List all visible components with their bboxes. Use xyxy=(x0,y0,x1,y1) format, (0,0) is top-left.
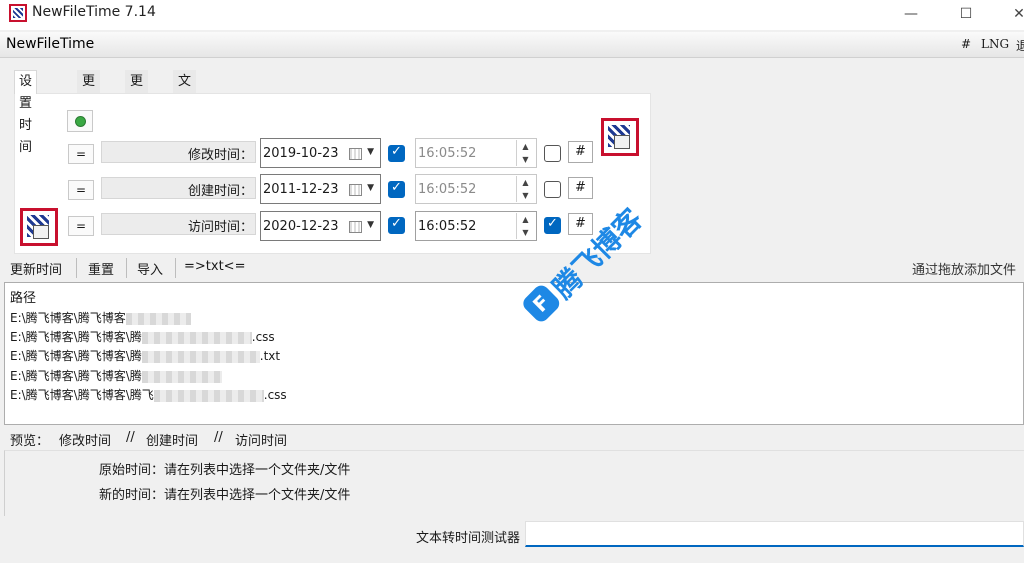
preview-access-tab[interactable]: 访问时间 xyxy=(235,430,287,449)
redacted-text xyxy=(141,350,260,363)
modify-hash-button[interactable]: # xyxy=(568,141,593,163)
create-time-label: 创建时间： xyxy=(187,184,253,199)
list-item[interactable]: E:\腾飞博客\腾飞博客\腾 .css xyxy=(10,328,275,345)
app-header: NewFileTime # LNG 退 xyxy=(0,32,1024,58)
create-date-checkbox[interactable] xyxy=(388,180,405,198)
modify-time-spinner[interactable]: ▲ ▼ xyxy=(516,140,534,166)
access-date-value: 2020-12-23 xyxy=(263,219,339,234)
create-date-value: 2011-12-23 xyxy=(263,182,339,197)
list-item-ext: .txt xyxy=(259,349,281,363)
calendar-icon xyxy=(349,221,362,233)
calendar-icon xyxy=(349,184,362,196)
tab-set-time[interactable]: 设置时间 xyxy=(14,70,38,155)
create-equal-button[interactable]: = xyxy=(68,180,94,200)
text-to-time-tester-label: 文本转时间测试器 xyxy=(416,531,521,546)
redacted-text xyxy=(125,312,191,325)
calendar-icon xyxy=(349,148,362,160)
app-name: NewFileTime xyxy=(6,36,95,52)
access-time-value: 16:05:52 xyxy=(418,219,477,234)
modify-date-picker[interactable]: 2019-10-23 ▼ xyxy=(260,138,381,168)
chevron-down-icon: ▼ xyxy=(367,147,374,157)
modify-equal-button[interactable]: = xyxy=(68,144,94,164)
list-header-path[interactable]: 路径 xyxy=(10,287,36,306)
access-date-checkbox[interactable] xyxy=(388,216,405,234)
refresh-icon xyxy=(75,116,86,127)
close-button[interactable]: ✕ xyxy=(1004,4,1024,24)
modify-date-value: 2019-10-23 xyxy=(263,146,339,161)
list-item-path: E:\腾飞博客\腾飞博客 xyxy=(10,311,126,325)
preview-bar: 预览： 修改时间 // 创建时间 // 访问时间 xyxy=(4,427,1024,449)
preview-separator: // xyxy=(214,430,223,445)
drag-drop-hint: 通过拖放添加文件 xyxy=(912,263,1017,278)
spin-down-icon[interactable]: ▼ xyxy=(517,153,534,166)
modify-time-label: 修改时间： xyxy=(187,148,253,163)
chevron-down-icon: ▼ xyxy=(367,220,374,230)
minimize-button[interactable]: — xyxy=(896,4,926,24)
toolbar-separator xyxy=(76,258,77,278)
spin-up-icon[interactable]: ▲ xyxy=(517,140,534,153)
reset-button[interactable]: 重置 xyxy=(88,259,114,278)
exit-menu[interactable]: 退 xyxy=(1016,37,1024,54)
app-logo-icon[interactable] xyxy=(601,118,639,156)
tab-filename-to-time[interactable]: 文件名转时间 xyxy=(173,70,197,199)
modify-time-input[interactable]: 16:05:52 ▲ ▼ xyxy=(415,138,537,168)
import-button[interactable]: 导入 xyxy=(137,259,163,278)
create-date-picker[interactable]: 2011-12-23 ▼ xyxy=(260,174,381,204)
create-time-value: 16:05:52 xyxy=(418,182,477,197)
create-time-spinner[interactable]: ▲ ▼ xyxy=(516,176,534,202)
create-time-input[interactable]: 16:05:52 ▲ ▼ xyxy=(415,174,537,204)
modify-time-value: 16:05:52 xyxy=(418,146,477,161)
original-time-text: 原始时间：请在列表中选择一个文件夹/文件 xyxy=(99,463,351,478)
text-to-time-tester-input[interactable] xyxy=(525,521,1024,547)
list-item-ext: .css xyxy=(263,388,287,402)
title-bar: NewFileTime 7.14 — ☐ ✕ xyxy=(0,0,1024,30)
redacted-text xyxy=(153,389,264,402)
update-time-button[interactable]: 更新时间 xyxy=(10,259,62,278)
spin-up-icon[interactable]: ▲ xyxy=(517,176,534,189)
chevron-down-icon: ▼ xyxy=(367,183,374,193)
maximize-button[interactable]: ☐ xyxy=(951,4,981,24)
preview-separator: // xyxy=(126,430,135,445)
list-item-ext: .css xyxy=(251,330,275,344)
modify-time-checkbox[interactable] xyxy=(544,145,561,162)
list-item[interactable]: E:\腾飞博客\腾飞博客\腾 .txt xyxy=(10,347,280,364)
tab-later[interactable]: 更晚些 xyxy=(125,70,149,133)
language-menu[interactable]: LNG xyxy=(981,37,1009,51)
preview-modify-tab[interactable]: 修改时间 xyxy=(59,430,111,449)
spin-down-icon[interactable]: ▼ xyxy=(517,189,534,202)
preview-label: 预览： xyxy=(10,434,50,449)
list-item[interactable]: E:\腾飞博客\腾飞博客 xyxy=(10,309,191,326)
redacted-text xyxy=(141,331,252,344)
refresh-button[interactable] xyxy=(67,110,93,132)
list-item-path: E:\腾飞博客\腾飞博客\腾飞 xyxy=(10,388,154,402)
list-item-path: E:\腾飞博客\腾飞博客\腾 xyxy=(10,369,142,383)
redacted-text xyxy=(141,370,222,383)
window-title: NewFileTime 7.14 xyxy=(32,4,156,20)
list-item[interactable]: E:\腾飞博客\腾飞博客\腾 xyxy=(10,367,222,384)
hash-menu[interactable]: # xyxy=(961,37,971,51)
access-time-label: 访问时间： xyxy=(187,220,253,235)
preview-area: 原始时间：请在列表中选择一个文件夹/文件 新的时间：请在列表中选择一个文件夹/文… xyxy=(4,450,1024,516)
access-date-picker[interactable]: 2020-12-23 ▼ xyxy=(260,211,381,241)
modify-date-checkbox[interactable] xyxy=(388,144,405,162)
app-icon xyxy=(9,4,27,22)
toolbar-separator xyxy=(126,258,127,278)
list-item-path: E:\腾飞博客\腾飞博客\腾 xyxy=(10,330,142,344)
list-item[interactable]: E:\腾飞博客\腾飞博客\腾飞 .css xyxy=(10,386,287,403)
tab-earlier[interactable]: 更早些 xyxy=(77,70,101,133)
new-time-text: 新的时间：请在列表中选择一个文件夹/文件 xyxy=(99,488,351,503)
preview-create-tab[interactable]: 创建时间 xyxy=(146,430,198,449)
export-txt-button[interactable]: =>txt<= xyxy=(184,259,245,274)
list-item-path: E:\腾飞博客\腾飞博客\腾 xyxy=(10,349,142,363)
file-list[interactable]: 路径 E:\腾飞博客\腾飞博客 E:\腾飞博客\腾飞博客\腾 .css E:\腾飞… xyxy=(4,282,1024,425)
toolbar-separator xyxy=(175,258,176,278)
app-logo-icon[interactable] xyxy=(20,208,58,246)
access-equal-button[interactable]: = xyxy=(68,216,94,236)
